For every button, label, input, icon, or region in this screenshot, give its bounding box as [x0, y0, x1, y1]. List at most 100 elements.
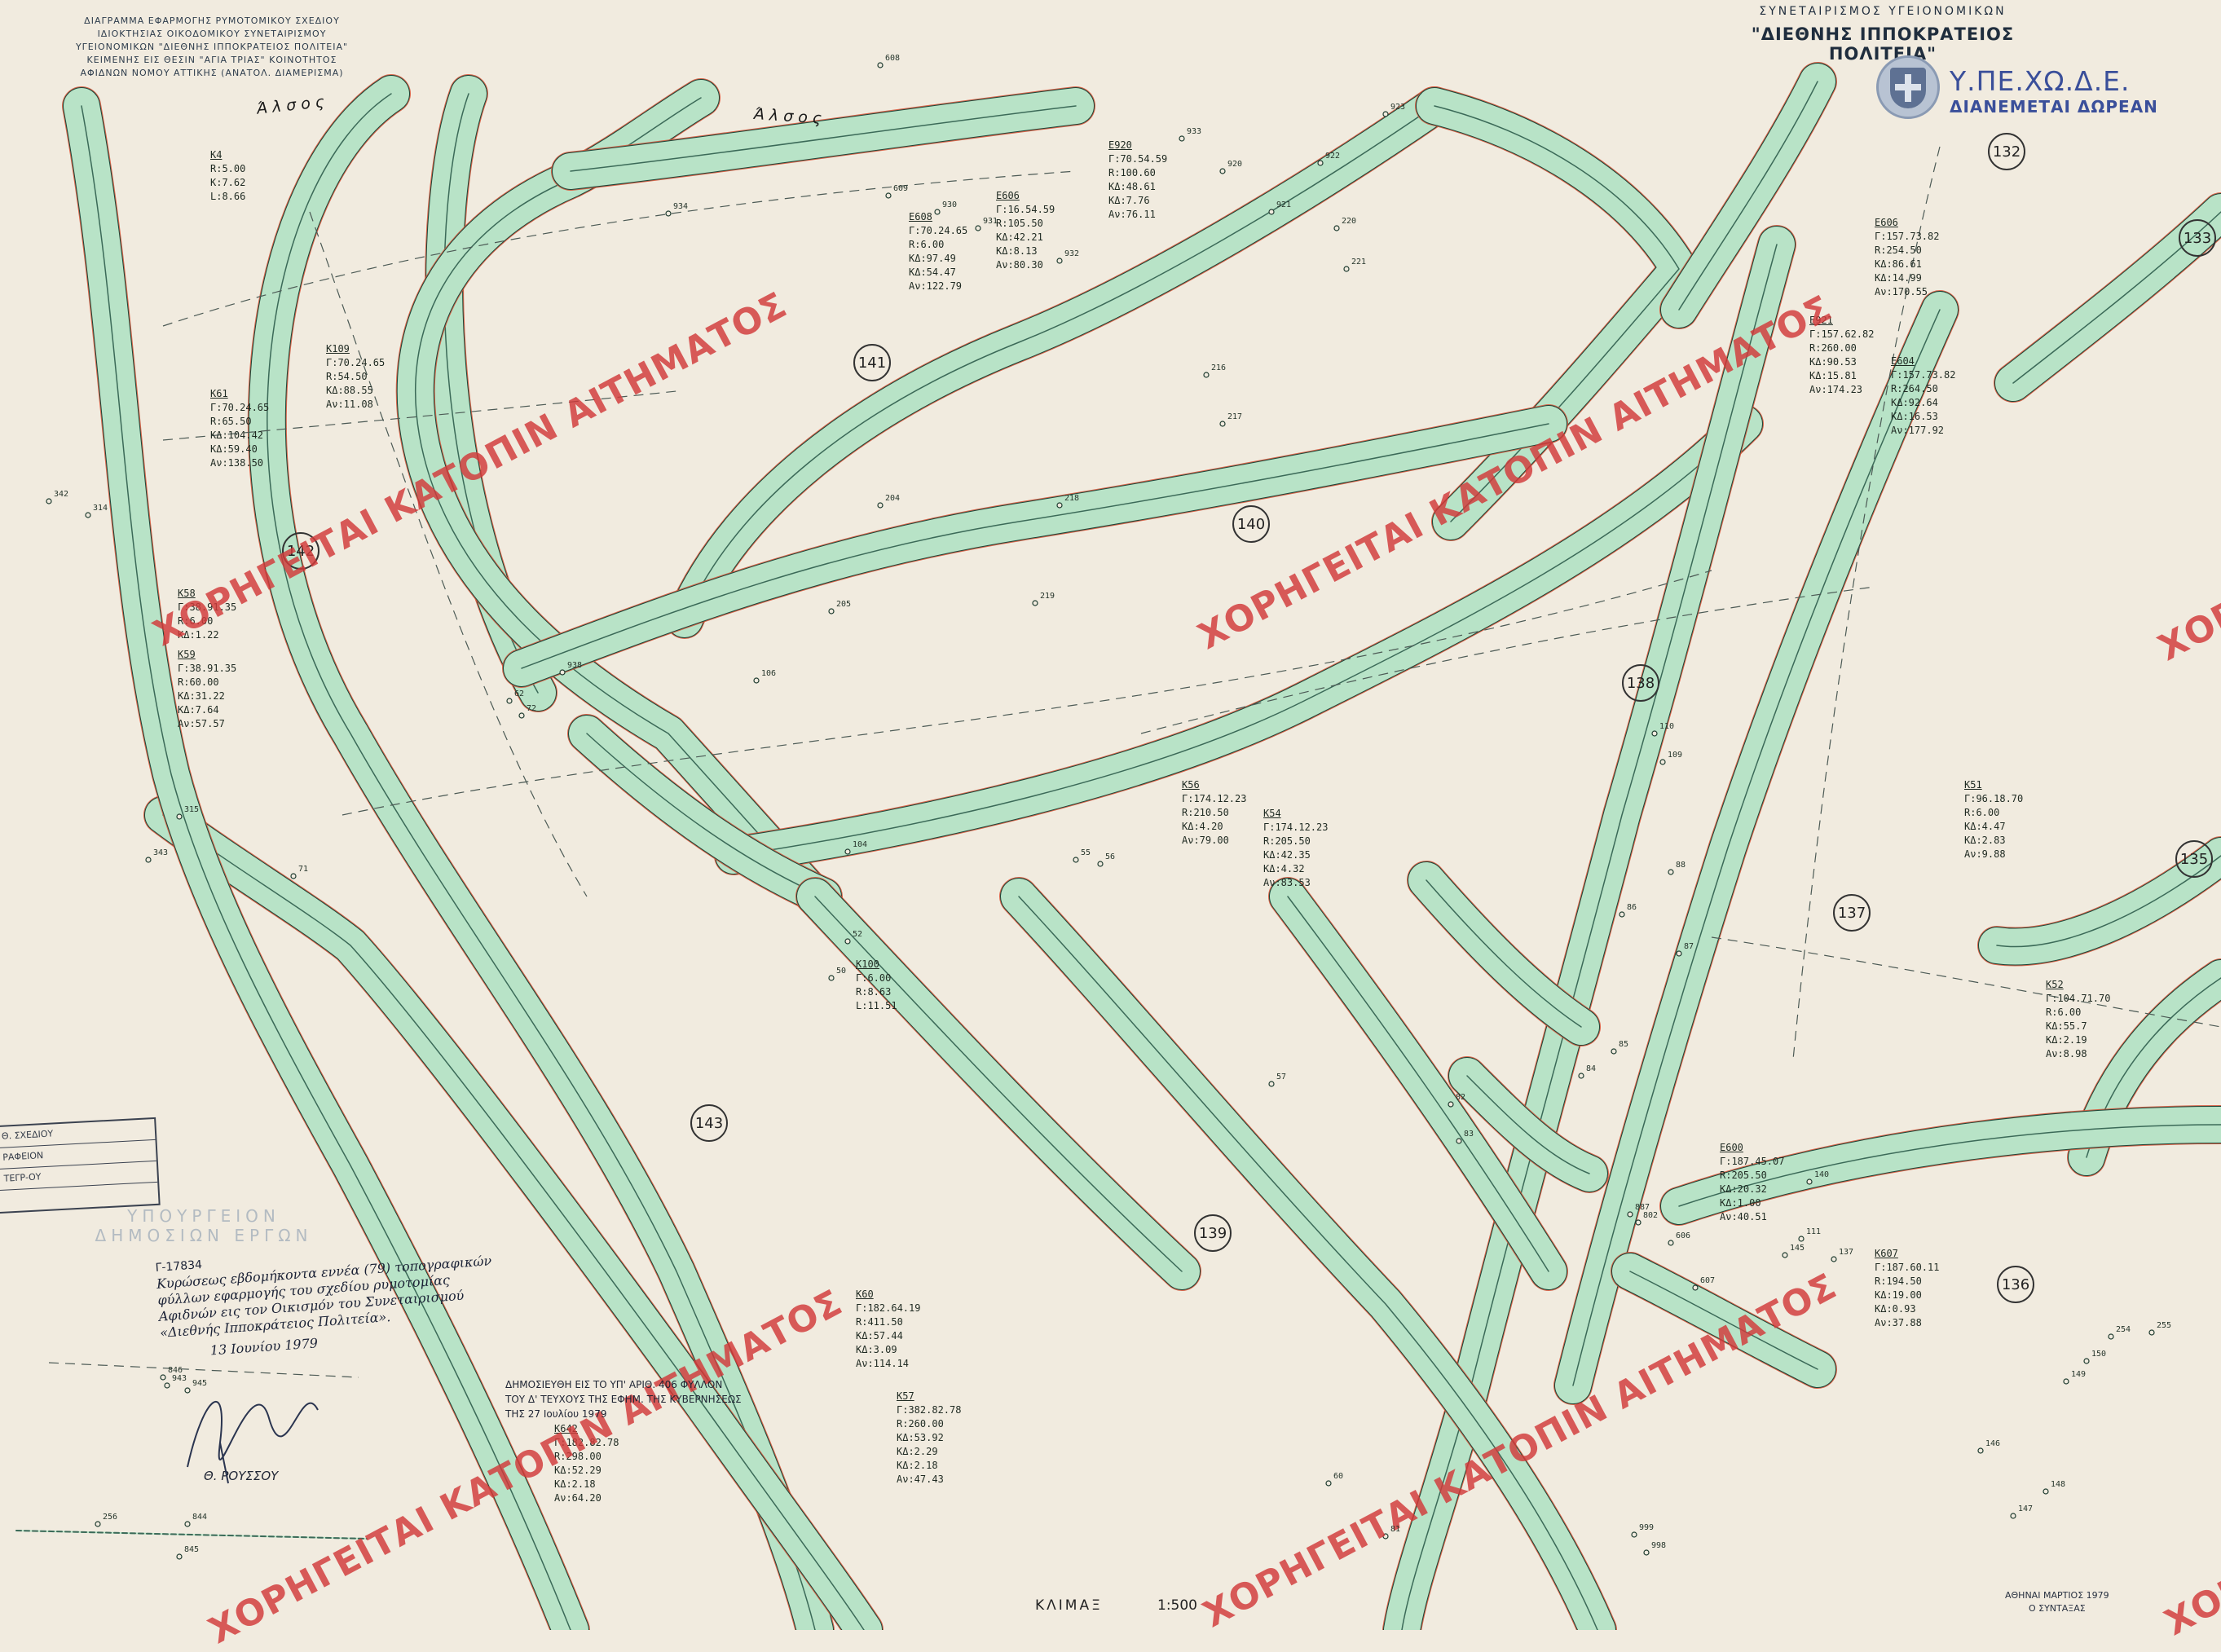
survey-point	[1692, 1284, 1699, 1291]
survey-point	[828, 975, 835, 981]
survey-point-id: 219	[1040, 592, 1055, 601]
survey-point-id: 145	[1790, 1244, 1805, 1253]
curve-data-label: Κ61 Γ:70.24.65 R:65.50 ΚΔ:104.42 ΚΔ:59.40…	[210, 387, 269, 470]
survey-point-id: 72	[527, 704, 537, 713]
curve-name: Κ100	[856, 958, 879, 970]
curve-values: Γ:174.12.23 R:205.50 ΚΔ:42.35 ΚΔ:4.32 Αν…	[1263, 822, 1329, 888]
curve-data-label: Κ109 Γ:70.24.65 R:54.50 ΚΔ:88.55 Αν:11.08	[326, 342, 385, 412]
survey-point	[1977, 1447, 1984, 1454]
survey-point	[2010, 1513, 2016, 1519]
survey-point-id: 88	[1676, 861, 1686, 870]
survey-point	[145, 857, 152, 863]
curve-data-label: Ε920 Γ:70.54.59 R:100.60 ΚΔ:48.61 ΚΔ:7.76…	[1108, 139, 1167, 222]
survey-point-id: 140	[1814, 1170, 1830, 1179]
road-segment	[795, 877, 1201, 1291]
survey-line	[1711, 936, 2221, 1028]
survey-point-id: 82	[1456, 1093, 1466, 1102]
ministry-name: Υ.ΠΕ.ΧΩ.Δ.Ε.	[1950, 65, 2131, 97]
project-name: "ΔΙΕΘΝΗΣ ΙΠΠΟΚΡΑΤΕΙΟΣ ΠΟΛΙΤΕΙΑ"	[1751, 24, 2015, 64]
survey-point-id: 931	[983, 217, 998, 226]
survey-point	[2148, 1329, 2155, 1336]
survey-point-id: 106	[761, 669, 777, 678]
block-number: 137	[1833, 894, 1871, 932]
curve-values: Γ:382.82.78 R:260.00 ΚΔ:53.92 ΚΔ:2.29 ΚΔ…	[897, 1404, 962, 1485]
survey-point-id: 81	[1390, 1525, 1401, 1534]
survey-point-id: 84	[1586, 1064, 1597, 1073]
curve-values: Γ:70.24.65 R:6.00 ΚΔ:97.49 ΚΔ:54.47 Αν:1…	[909, 225, 968, 292]
survey-point	[1619, 911, 1625, 918]
survey-point-id: 254	[2116, 1325, 2131, 1334]
survey-point-id: 218	[1064, 494, 1080, 503]
survey-point	[1668, 1240, 1674, 1246]
curve-name: Ε606	[996, 190, 1020, 201]
curve-name: Κ60	[856, 1289, 874, 1300]
curve-data-label: Κ60 Γ:182.64.19 R:411.50 ΚΔ:57.44 ΚΔ:3.09…	[856, 1288, 920, 1371]
survey-point	[1179, 135, 1185, 142]
survey-point-id: 111	[1806, 1227, 1822, 1236]
survey-point	[2083, 1358, 2090, 1364]
survey-point-id: 71	[298, 865, 309, 874]
map-title: ΔΙΑΓΡΑΜΜΑ ΕΦΑΡΜΟΓΗΣ ΡΥΜΟΤΟΜΙΚΟΥ ΣΧΕΔΙΟΥ …	[75, 15, 349, 78]
curve-name: Κ61	[210, 388, 228, 399]
curve-data-label: Κ59 Γ:38.91.35 R:60.00 ΚΔ:31.22 ΚΔ:7.64 Α…	[178, 648, 236, 731]
survey-point-id: 148	[2051, 1480, 2066, 1489]
survey-point	[95, 1521, 101, 1527]
survey-point-id: 845	[184, 1545, 200, 1554]
free-distribution-label: ΔΙΑΝΕΜΕΤΑΙ ΔΩΡΕΑΝ	[1950, 97, 2158, 117]
survey-point	[1097, 861, 1104, 867]
survey-point-id: 110	[1659, 722, 1675, 731]
curve-data-label: Ε606 Γ:157.73.82 R:254.50 ΚΔ:86.61 ΚΔ:14.…	[1875, 216, 1939, 299]
survey-point	[1782, 1252, 1788, 1258]
survey-point-id: 104	[853, 840, 868, 849]
block-number: 140	[1232, 505, 1270, 543]
curve-values: Γ:187.60.11 R:194.50 ΚΔ:19.00 ΚΔ:0.93 Αν…	[1875, 1262, 1940, 1328]
curve-values: Γ:182.64.19 R:411.50 ΚΔ:57.44 ΚΔ:3.09 Αν…	[856, 1302, 921, 1369]
block-number: 136	[1997, 1266, 2034, 1303]
survey-point	[885, 192, 892, 199]
survey-point-id: 934	[673, 202, 689, 211]
curve-data-label: Ε600 Γ:187.45.07 R:205.50 ΚΔ:20.32 ΚΔ:1.0…	[1720, 1141, 1784, 1224]
survey-point-id: 147	[2018, 1504, 2034, 1513]
block-number: 141	[853, 344, 891, 381]
curve-values: Γ:187.45.07 R:205.50 ΚΔ:20.32 ΚΔ:1.00 Αν…	[1720, 1156, 1785, 1222]
curve-name: Ε920	[1108, 139, 1132, 151]
publication-note: ΔΗΜΟΣΙΕΥΘΗ ΕΙΣ ΤΟ ΥΠ' ΑΡΙΘ. 406 ΦΥΛΛΟΝ Τ…	[505, 1379, 742, 1420]
survey-point	[1382, 111, 1389, 117]
survey-point-id: 998	[1651, 1541, 1667, 1550]
survey-point-id: 52	[853, 930, 863, 939]
curve-name: Κ54	[1263, 808, 1281, 819]
survey-point	[1056, 502, 1063, 509]
survey-point	[1203, 372, 1210, 378]
survey-point-id: 609	[893, 184, 909, 193]
scale-label: ΚΛΙΜΑΞ	[1035, 1597, 1103, 1614]
curve-data-label: Κ51 Γ:96.18.70 R:6.00 ΚΔ:4.47 ΚΔ:2.83 Αν:…	[1964, 778, 2023, 861]
survey-point	[1627, 1211, 1633, 1218]
survey-point-id: 50	[836, 967, 847, 976]
survey-point-id: 608	[885, 54, 901, 63]
survey-point-id: 60	[1333, 1472, 1344, 1481]
road-segment	[15, 1530, 368, 1540]
curve-name: Ε604	[1891, 355, 1915, 367]
survey-point-id: 315	[184, 805, 200, 814]
curve-name: Ε600	[1720, 1142, 1743, 1153]
survey-point-id: 922	[1325, 152, 1341, 161]
curve-data-label: Κ54 Γ:174.12.23 R:205.50 ΚΔ:42.35 ΚΔ:4.32…	[1263, 807, 1328, 890]
survey-point	[877, 62, 884, 68]
survey-point	[1668, 869, 1674, 875]
survey-point	[46, 498, 52, 504]
curve-data-label: Κ607 Γ:187.60.11 R:194.50 ΚΔ:19.00 ΚΔ:0.9…	[1875, 1247, 1939, 1330]
greek-emblem-icon	[1876, 55, 1940, 119]
curve-name: Κ59	[178, 649, 196, 660]
curve-values: Γ:104.71.70 R:6.00 ΚΔ:55.7 ΚΔ:2.19 Αν:8.…	[2046, 993, 2111, 1059]
curve-data-label: Ε606 Γ:16.54.59 R:105.50 ΚΔ:42.21 ΚΔ:8.13…	[996, 189, 1055, 272]
organization-name: ΣΥΝΕΤΑΙΡΙΣΜΟΣ ΥΓΕΙΟΝΟΜΙΚΩΝ	[1759, 5, 2007, 18]
survey-point-id: 55	[1081, 848, 1091, 857]
survey-point-id: 216	[1211, 363, 1227, 372]
survey-point	[1659, 759, 1666, 765]
curve-name: Κ51	[1964, 779, 1982, 791]
survey-point-id: 149	[2071, 1370, 2087, 1379]
survey-point	[1325, 1480, 1332, 1487]
survey-point-id: 943	[172, 1374, 187, 1383]
survey-point	[1268, 209, 1275, 215]
curve-values: Γ:70.54.59 R:100.60 ΚΔ:48.61 ΚΔ:7.76 Αν:…	[1108, 153, 1168, 220]
